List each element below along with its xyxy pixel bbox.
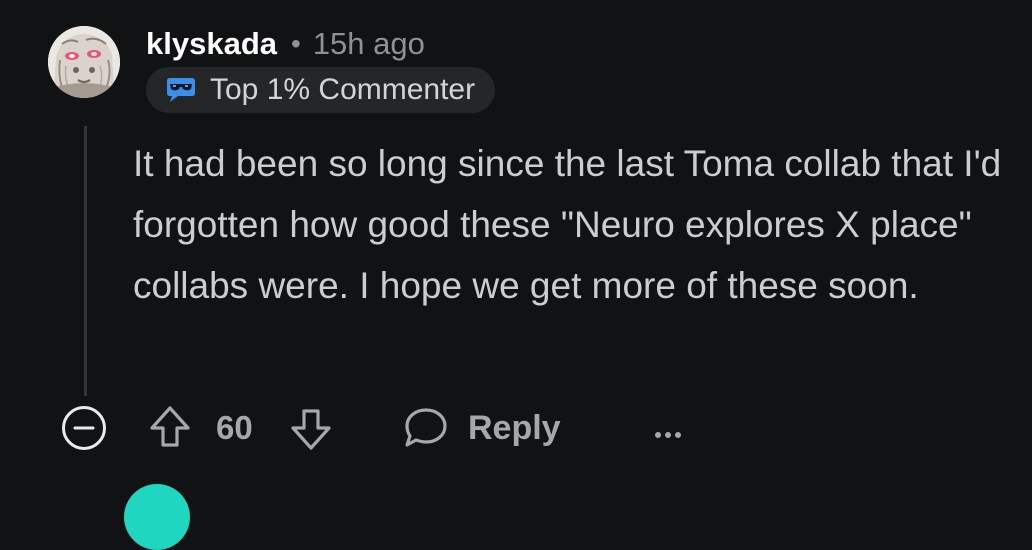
flair-label: Top 1% Commenter (210, 73, 476, 106)
timestamp[interactable]: 15h ago (313, 26, 425, 62)
downvote-button[interactable] (288, 406, 334, 452)
sunglasses-chat-icon (164, 77, 198, 103)
next-comment-avatar[interactable] (124, 484, 190, 550)
comment-header: klyskada • 15h ago (146, 24, 425, 64)
downvote-arrow-icon (291, 409, 331, 450)
speech-bubble-icon (405, 408, 447, 447)
username[interactable]: klyskada (146, 26, 277, 62)
collapse-minus-icon (62, 406, 106, 450)
reply-button[interactable]: Reply (402, 403, 561, 453)
meta-separator: • (291, 28, 301, 59)
vote-score: 60 (216, 409, 253, 446)
reply-label: Reply (468, 408, 561, 447)
comment-actions: 60 Reply (0, 400, 1032, 456)
upvote-button[interactable] (147, 404, 193, 450)
upvote-arrow-icon (150, 406, 190, 447)
collapse-button[interactable] (60, 404, 108, 452)
more-options-button[interactable] (648, 408, 688, 448)
user-avatar[interactable] (48, 26, 120, 98)
thread-line[interactable] (84, 126, 87, 396)
user-flair: Top 1% Commenter (146, 67, 496, 113)
more-options-icon (655, 432, 681, 438)
comment-body: It had been so long since the last Toma … (133, 143, 1002, 306)
avatar-drawing (48, 26, 120, 98)
